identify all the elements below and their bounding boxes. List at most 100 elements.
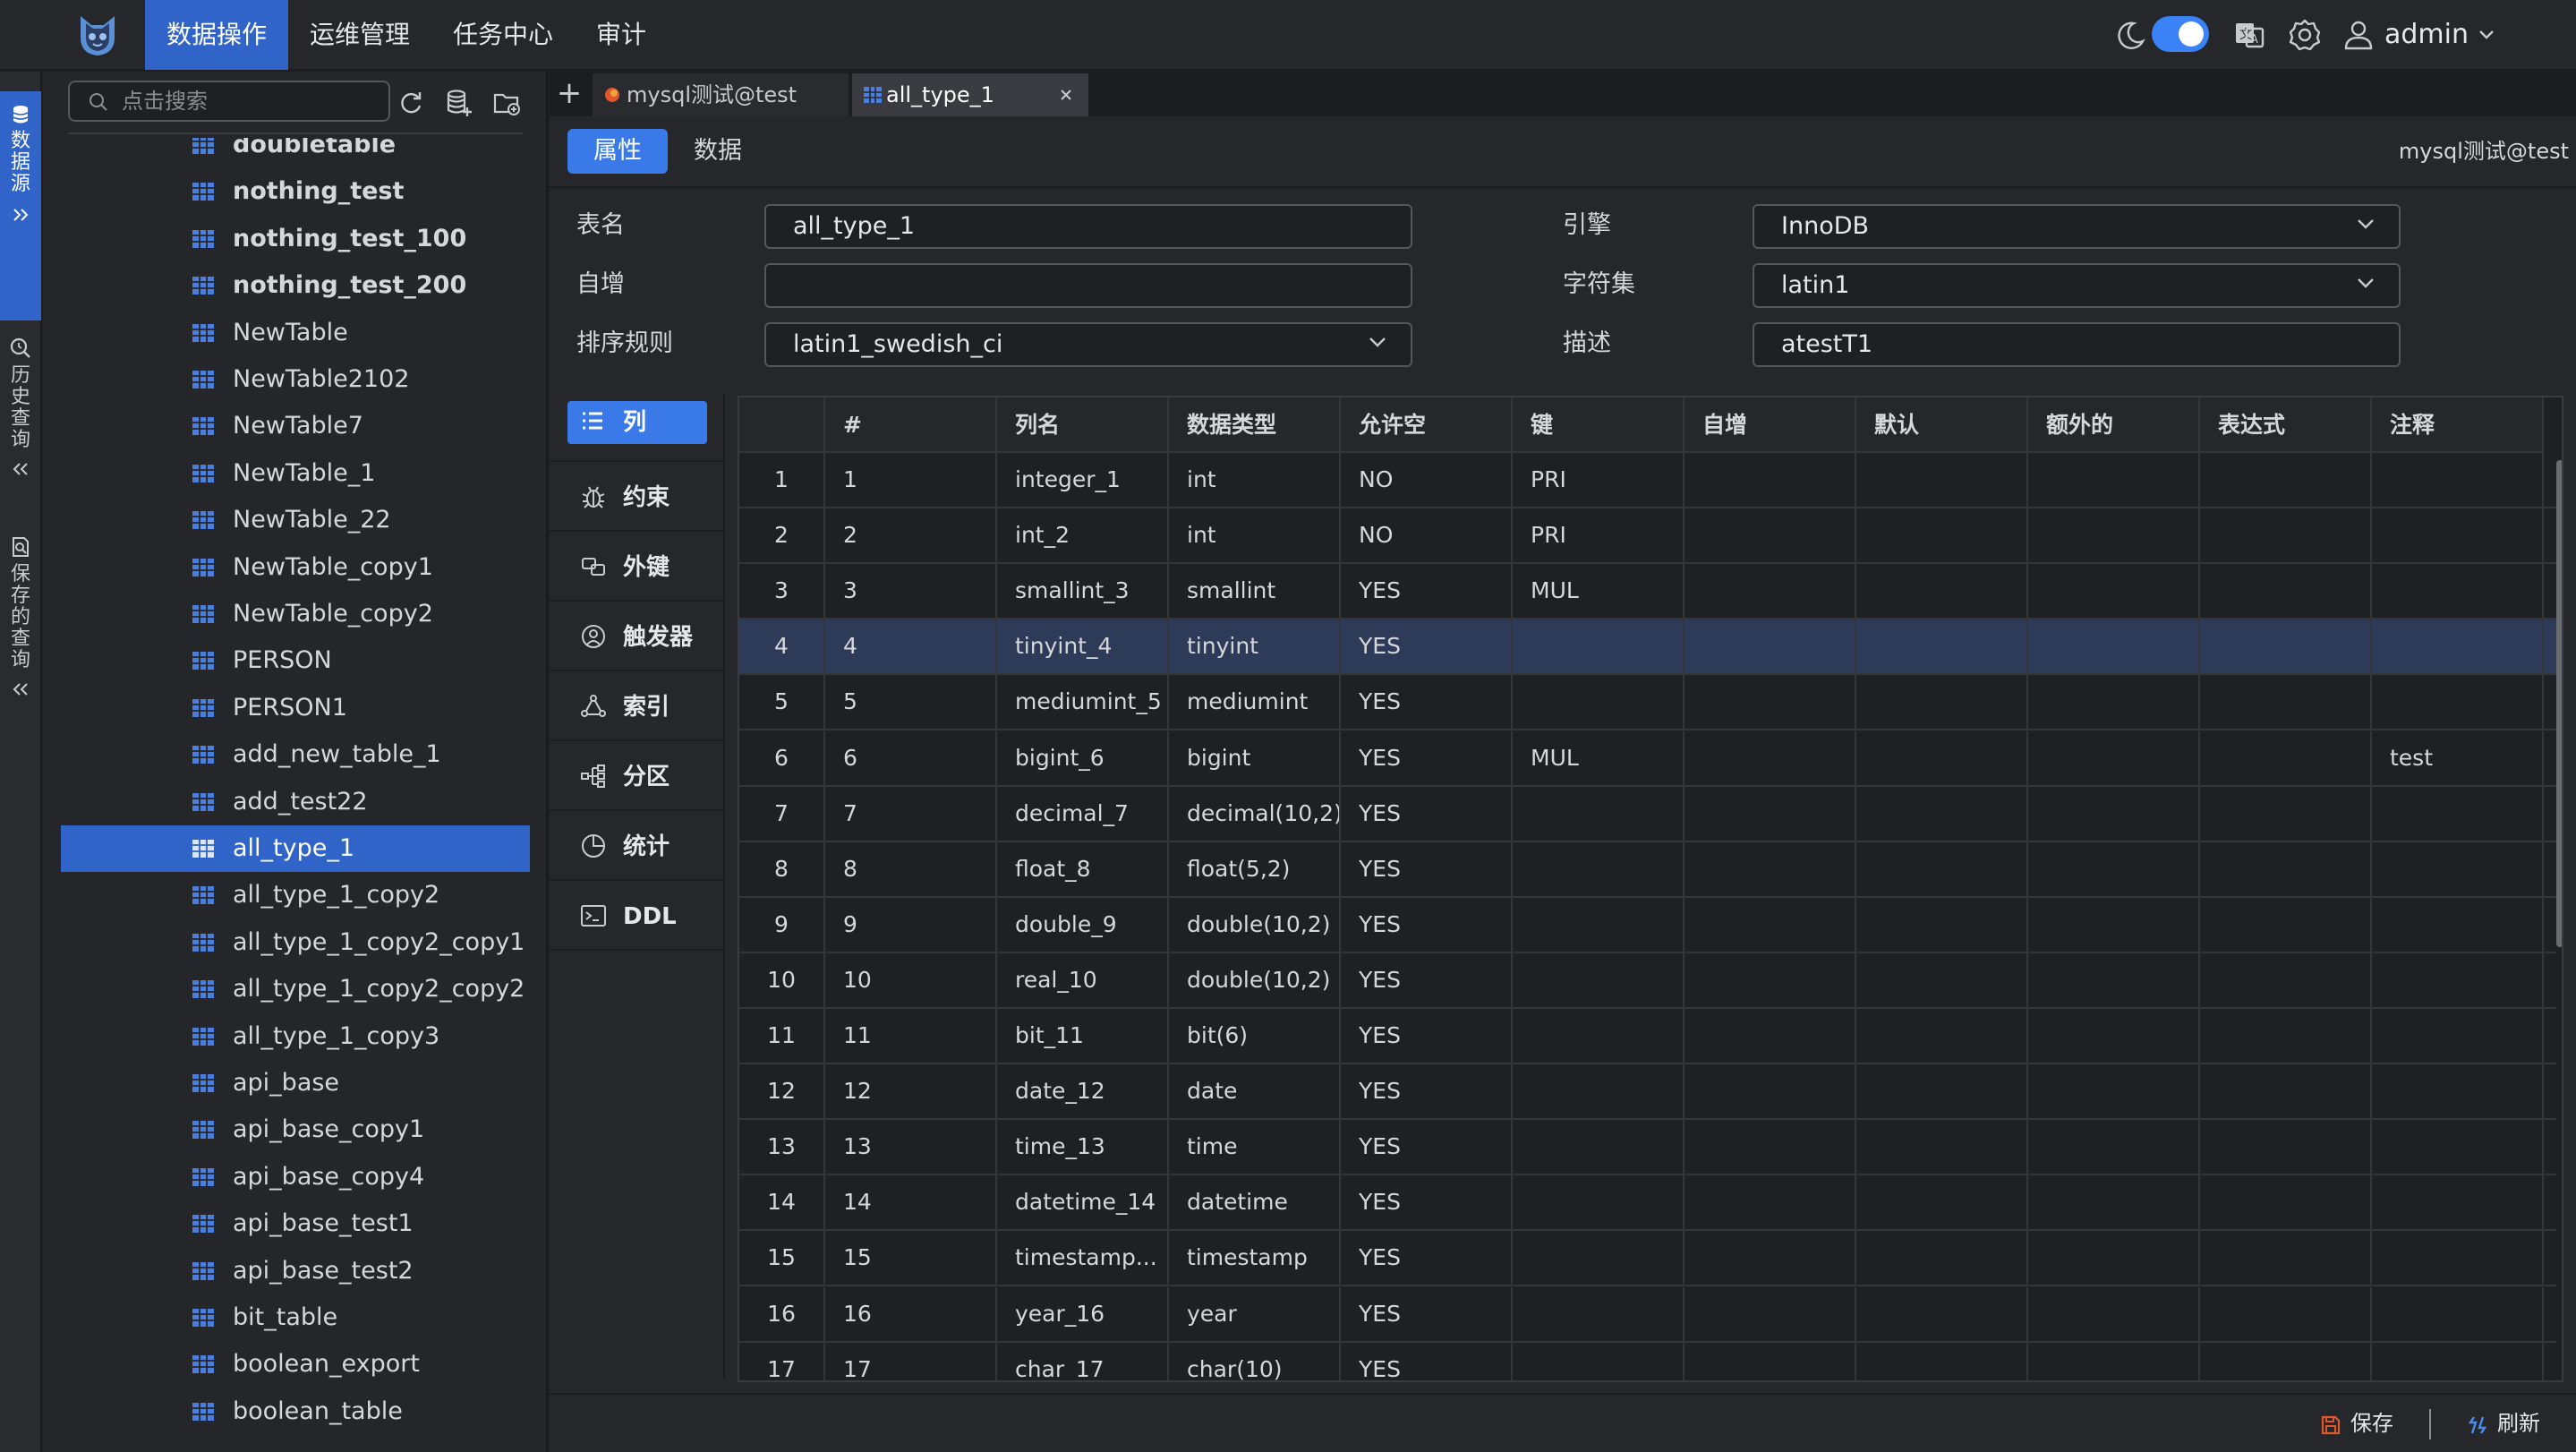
grid-cell[interactable]: YES	[1341, 1175, 1513, 1232]
add-folder-icon[interactable]	[492, 88, 523, 118]
subtab-properties[interactable]: 属性	[567, 129, 668, 174]
grid-cell[interactable]	[2200, 675, 2372, 731]
user-name[interactable]: admin	[2384, 0, 2469, 70]
table-row[interactable]: 9 9 double_9 double(10,2) YES	[739, 897, 2556, 953]
tree-item[interactable]: boolean_export	[61, 1341, 530, 1388]
menu-indexes[interactable]: 索引	[550, 673, 725, 741]
grid-cell[interactable]: mediumint	[1169, 675, 1341, 731]
tree-item[interactable]: boolean_table	[61, 1388, 530, 1435]
menu-partitions[interactable]: 分区	[550, 743, 725, 811]
translate-icon[interactable]: 文 A	[2231, 16, 2268, 54]
tree-item[interactable]: PERSON1	[61, 685, 530, 731]
grid-cell[interactable]	[1856, 1231, 2028, 1287]
grid-header-cell[interactable]	[739, 397, 825, 453]
grid-cell[interactable]	[1685, 730, 1856, 787]
grid-cell[interactable]: tinyint_4	[997, 619, 1169, 676]
grid-cell[interactable]	[1856, 564, 2028, 620]
grid-cell[interactable]: bit(6)	[1169, 1009, 1341, 1064]
subtab-data[interactable]: 数据	[668, 129, 768, 174]
grid-header-cell[interactable]: 默认	[1856, 397, 2028, 453]
grid-header-cell[interactable]: 注释	[2372, 397, 2544, 453]
grid-cell[interactable]: YES	[1341, 897, 1513, 953]
grid-cell[interactable]	[2372, 675, 2544, 731]
grid-cell[interactable]	[1685, 619, 1856, 676]
grid-cell[interactable]	[1513, 841, 1685, 898]
grid-cell[interactable]	[1856, 897, 2028, 953]
grid-cell[interactable]: 11	[739, 1009, 825, 1064]
tree-item[interactable]: nothing_test_100	[61, 216, 530, 262]
grid-cell[interactable]: 14	[825, 1175, 997, 1232]
grid-cell[interactable]	[1856, 1009, 2028, 1064]
charset-select[interactable]: latin1	[1753, 263, 2401, 308]
table-row[interactable]: 4 4 tinyint_4 tinyint YES	[739, 619, 2556, 676]
nav-task-center[interactable]: 任务中心	[431, 0, 575, 70]
tree-item[interactable]: PERSON	[61, 637, 530, 684]
grid-cell[interactable]: YES	[1341, 1120, 1513, 1176]
grid-cell[interactable]: YES	[1341, 1009, 1513, 1064]
grid-cell[interactable]	[2200, 1342, 2372, 1380]
grid-cell[interactable]: YES	[1341, 564, 1513, 620]
refresh-button[interactable]: 刷新	[2467, 1395, 2556, 1452]
grid-cell[interactable]	[2028, 453, 2200, 508]
table-row[interactable]: 13 13 time_13 time YES	[739, 1120, 2556, 1176]
grid-cell[interactable]: YES	[1341, 730, 1513, 787]
grid-cell[interactable]: YES	[1341, 1342, 1513, 1380]
grid-cell[interactable]	[2372, 841, 2544, 898]
grid-cell[interactable]	[2200, 897, 2372, 953]
grid-cell[interactable]	[1513, 952, 1685, 1009]
grid-cell[interactable]: decimal(10,2)	[1169, 786, 1341, 842]
tree-item[interactable]: nothing_test	[61, 168, 530, 215]
grid-cell[interactable]	[2200, 1009, 2372, 1064]
grid-cell[interactable]	[2200, 508, 2372, 565]
tree-item[interactable]: all_type_1	[61, 825, 530, 872]
grid-cell[interactable]	[2028, 1342, 2200, 1380]
grid-cell[interactable]: 1	[739, 453, 825, 508]
table-row[interactable]: 7 7 decimal_7 decimal(10,2) YES	[739, 786, 2556, 842]
grid-cell[interactable]: 17	[739, 1342, 825, 1380]
grid-cell[interactable]	[2028, 952, 2200, 1009]
grid-cell[interactable]: time_13	[997, 1120, 1169, 1176]
grid-cell[interactable]	[2200, 1286, 2372, 1343]
grid-cell[interactable]: 3	[739, 564, 825, 620]
nav-ops-management[interactable]: 运维管理	[288, 0, 431, 70]
grid-cell[interactable]	[1513, 1175, 1685, 1232]
grid-cell[interactable]: mediumint_5	[997, 675, 1169, 731]
grid-header-cell[interactable]: 数据类型	[1169, 397, 1341, 453]
grid-cell[interactable]	[2028, 675, 2200, 731]
grid-cell[interactable]	[2028, 1175, 2200, 1232]
grid-cell[interactable]	[2372, 1120, 2544, 1176]
grid-cell[interactable]: timestamp	[1169, 1231, 1341, 1287]
grid-cell[interactable]: char(10)	[1169, 1342, 1341, 1380]
grid-cell[interactable]: 6	[739, 730, 825, 787]
grid-cell[interactable]	[1856, 1175, 2028, 1232]
grid-cell[interactable]: YES	[1341, 1064, 1513, 1121]
tree-item[interactable]: NewTable_copy2	[61, 591, 530, 637]
grid-cell[interactable]: YES	[1341, 1286, 1513, 1343]
tree-item[interactable]: NewTable_1	[61, 450, 530, 497]
grid-cell[interactable]: 10	[825, 952, 997, 1009]
grid-cell[interactable]	[2200, 1064, 2372, 1121]
grid-cell[interactable]	[2200, 1120, 2372, 1176]
grid-cell[interactable]: 5	[739, 675, 825, 731]
grid-cell[interactable]	[1685, 1231, 1856, 1287]
tree-item[interactable]: all_type_1_copy2_copy1	[61, 919, 530, 966]
grid-cell[interactable]	[2200, 1175, 2372, 1232]
table-row[interactable]: 12 12 date_12 date YES	[739, 1064, 2556, 1121]
tree-item[interactable]: NewTable	[61, 310, 530, 356]
nav-audit[interactable]: 审计	[575, 0, 668, 70]
add-tab-button[interactable]: +	[550, 72, 589, 116]
grid-cell[interactable]: 17	[825, 1342, 997, 1380]
grid-cell[interactable]	[1513, 1286, 1685, 1343]
grid-cell[interactable]	[1856, 619, 2028, 676]
grid-cell[interactable]: int	[1169, 508, 1341, 565]
grid-cell[interactable]: YES	[1341, 952, 1513, 1009]
grid-cell[interactable]: 16	[739, 1286, 825, 1343]
gear-icon[interactable]	[2286, 16, 2324, 54]
grid-header-cell[interactable]: 额外的	[2028, 397, 2200, 453]
grid-cell[interactable]: 10	[739, 952, 825, 1009]
grid-cell[interactable]: YES	[1341, 786, 1513, 842]
grid-cell[interactable]	[1513, 1120, 1685, 1176]
table-row[interactable]: 5 5 mediumint_5 mediumint YES	[739, 675, 2556, 731]
grid-cell[interactable]: 16	[825, 1286, 997, 1343]
grid-cell[interactable]	[1685, 1286, 1856, 1343]
